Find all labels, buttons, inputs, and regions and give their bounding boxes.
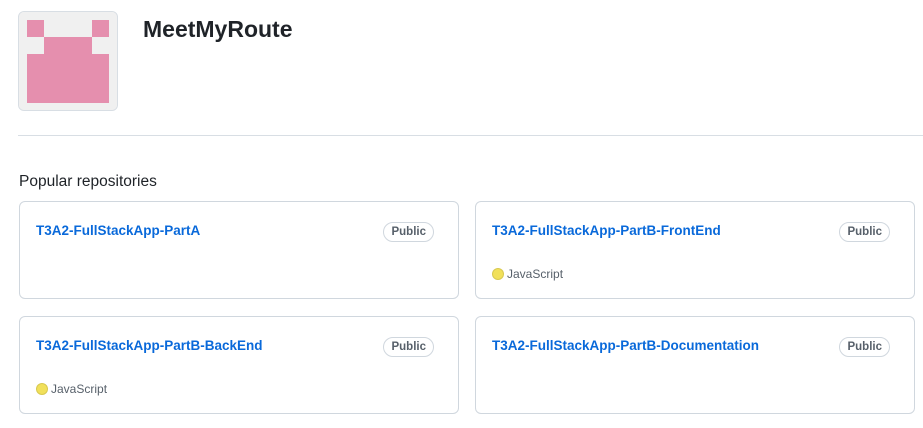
language-color-dot-icon bbox=[36, 383, 48, 395]
org-profile-page: MeetMyRoute Popular repositories T3A2-Fu… bbox=[0, 0, 923, 428]
language-label: JavaScript bbox=[507, 267, 564, 281]
repo-link[interactable]: T3A2-FullStackApp-PartB-FrontEnd bbox=[492, 222, 721, 239]
visibility-badge: Public bbox=[839, 337, 890, 357]
repo-card: T3A2-FullStackApp-PartB-Documentation Pu… bbox=[475, 316, 915, 414]
repo-language: JavaScript bbox=[36, 381, 107, 397]
repo-link[interactable]: T3A2-FullStackApp-PartB-Documentation bbox=[492, 337, 759, 354]
repo-card: T3A2-FullStackApp-PartA Public bbox=[19, 201, 459, 299]
repo-link[interactable]: T3A2-FullStackApp-PartB-BackEnd bbox=[36, 337, 263, 354]
org-name: MeetMyRoute bbox=[143, 16, 293, 42]
language-color-dot-icon bbox=[492, 268, 504, 280]
visibility-badge: Public bbox=[839, 222, 890, 242]
repo-card: T3A2-FullStackApp-PartB-FrontEnd Public … bbox=[475, 201, 915, 299]
identicon-avatar-icon bbox=[19, 12, 117, 110]
repo-link[interactable]: T3A2-FullStackApp-PartA bbox=[36, 222, 200, 239]
divider bbox=[18, 135, 923, 136]
visibility-badge: Public bbox=[383, 222, 434, 242]
repo-card: T3A2-FullStackApp-PartB-BackEnd Public J… bbox=[19, 316, 459, 414]
popular-repositories-heading: Popular repositories bbox=[19, 173, 157, 190]
repo-language: JavaScript bbox=[492, 266, 563, 282]
avatar[interactable] bbox=[18, 11, 118, 111]
visibility-badge: Public bbox=[383, 337, 434, 357]
language-label: JavaScript bbox=[51, 382, 108, 396]
